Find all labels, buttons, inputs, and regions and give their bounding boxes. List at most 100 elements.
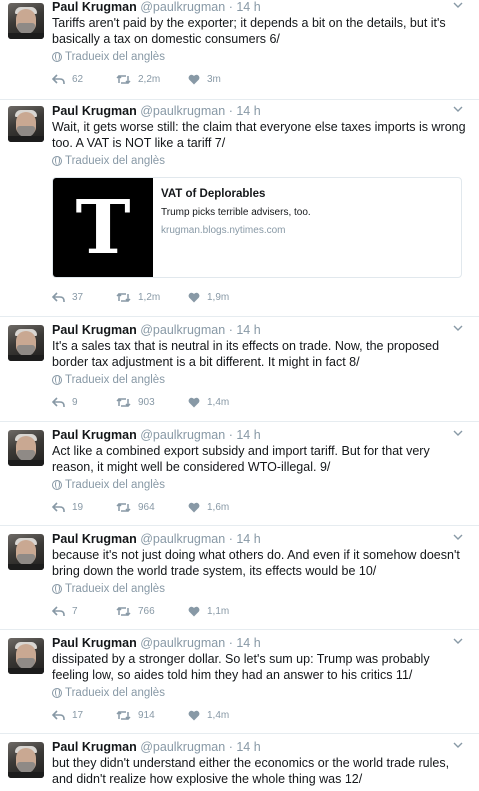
author-name[interactable]: Paul Krugman xyxy=(52,0,137,14)
like-button[interactable]: 1,9m xyxy=(188,292,229,303)
retweet-button[interactable]: 964 xyxy=(116,502,188,513)
translate-link[interactable]: Tradueix del anglès xyxy=(52,477,469,493)
tweet-text: because it's not just doing what others … xyxy=(52,548,460,578)
author-name[interactable]: Paul Krugman xyxy=(52,636,137,650)
separator-dot: · xyxy=(228,740,233,754)
translate-label: Tradueix del anglès xyxy=(65,155,165,167)
retweet-button[interactable]: 914 xyxy=(116,710,188,721)
author-handle[interactable]: @paulkrugman xyxy=(140,532,225,546)
timestamp[interactable]: 14 h xyxy=(236,323,260,337)
author-handle[interactable]: @paulkrugman xyxy=(140,104,225,118)
retweet-count: 2,2m xyxy=(138,74,161,85)
reply-button[interactable]: 17 xyxy=(52,710,116,721)
avatar[interactable] xyxy=(8,430,44,466)
retweet-button[interactable]: 766 xyxy=(116,606,188,617)
author-handle[interactable]: @paulkrugman xyxy=(140,0,225,14)
reply-count: 37 xyxy=(72,292,84,303)
tweet-header: Paul Krugman @paulkrugman · 14 h xyxy=(52,428,469,443)
globe-icon xyxy=(52,156,62,166)
retweet-icon xyxy=(116,710,131,721)
timestamp[interactable]: 14 h xyxy=(236,636,260,650)
translate-link[interactable]: Tradueix del anglès xyxy=(52,153,469,169)
chevron-down-icon[interactable] xyxy=(453,532,463,542)
separator-dot: · xyxy=(228,636,233,650)
link-card[interactable]: T VAT of Deplorables Trump picks terribl… xyxy=(52,177,462,278)
author-handle[interactable]: @paulkrugman xyxy=(140,428,225,442)
chevron-down-icon[interactable] xyxy=(453,323,463,333)
tweet-text: Wait, it gets worse still: the claim tha… xyxy=(52,120,466,150)
chevron-down-icon[interactable] xyxy=(453,0,463,10)
tweet-header: Paul Krugman @paulkrugman · 14 h xyxy=(52,532,469,547)
translate-link[interactable]: Tradueix del anglès xyxy=(52,581,469,597)
chevron-down-icon[interactable] xyxy=(453,740,463,750)
retweet-button[interactable]: 903 xyxy=(116,397,188,408)
tweet-header: Paul Krugman @paulkrugman · 14 h xyxy=(52,740,469,755)
retweet-icon xyxy=(116,502,131,513)
translate-link[interactable]: Tradueix del anglès xyxy=(52,372,469,388)
timestamp[interactable]: 14 h xyxy=(236,0,260,14)
translate-link[interactable]: Tradueix del anglès xyxy=(52,49,469,65)
author-name[interactable]: Paul Krugman xyxy=(52,104,137,118)
reply-button[interactable]: 37 xyxy=(52,292,116,303)
tweet[interactable]: Paul Krugman @paulkrugman · 14 h Tariffs… xyxy=(0,0,479,100)
avatar[interactable] xyxy=(8,638,44,674)
heart-icon xyxy=(188,502,200,513)
card-image: T xyxy=(53,178,153,277)
timestamp[interactable]: 14 h xyxy=(236,428,260,442)
timestamp[interactable]: 14 h xyxy=(236,740,260,754)
reply-icon xyxy=(52,710,65,720)
translate-label: Tradueix del anglès xyxy=(65,374,165,386)
like-button[interactable]: 1,1m xyxy=(188,606,229,617)
tweet[interactable]: Paul Krugman @paulkrugman · 14 h dissipa… xyxy=(0,630,479,734)
tweet-actions: 17 914 1,4m xyxy=(52,710,229,721)
like-button[interactable]: 3m xyxy=(188,74,221,85)
avatar[interactable] xyxy=(8,742,44,778)
tweet-header: Paul Krugman @paulkrugman · 14 h xyxy=(52,0,469,15)
globe-icon xyxy=(52,584,62,594)
avatar[interactable] xyxy=(8,325,44,361)
retweet-button[interactable]: 1,2m xyxy=(116,292,188,303)
timestamp[interactable]: 14 h xyxy=(236,532,260,546)
reply-count: 17 xyxy=(72,710,84,721)
translate-link[interactable]: Tradueix del anglès xyxy=(52,685,469,701)
heart-icon xyxy=(188,292,200,303)
tweet[interactable]: Paul Krugman @paulkrugman · 14 h It's a … xyxy=(0,317,479,422)
like-button[interactable]: 1,6m xyxy=(188,502,229,513)
tweet-actions: 9 903 1,4m xyxy=(52,397,229,408)
avatar[interactable] xyxy=(8,534,44,570)
retweet-button[interactable]: 2,2m xyxy=(116,74,188,85)
translate-label: Tradueix del anglès xyxy=(65,479,165,491)
tweet-actions: 19 964 1,6m xyxy=(52,502,229,513)
like-count: 1,4m xyxy=(207,397,230,408)
chevron-down-icon[interactable] xyxy=(453,428,463,438)
tweet-header: Paul Krugman @paulkrugman · 14 h xyxy=(52,104,469,119)
tweet[interactable]: Paul Krugman @paulkrugman · 14 h but the… xyxy=(0,734,479,791)
chevron-down-icon[interactable] xyxy=(453,104,463,114)
tweet[interactable]: Paul Krugman @paulkrugman · 14 h because… xyxy=(0,526,479,630)
reply-icon xyxy=(52,74,65,84)
timestamp[interactable]: 14 h xyxy=(236,104,260,118)
author-name[interactable]: Paul Krugman xyxy=(52,740,137,754)
reply-button[interactable]: 9 xyxy=(52,397,116,408)
reply-button[interactable]: 19 xyxy=(52,502,116,513)
like-button[interactable]: 1,4m xyxy=(188,710,229,721)
avatar[interactable] xyxy=(8,3,44,39)
like-button[interactable]: 1,4m xyxy=(188,397,229,408)
tweet[interactable]: Paul Krugman @paulkrugman · 14 h Act lik… xyxy=(0,422,479,526)
author-name[interactable]: Paul Krugman xyxy=(52,428,137,442)
tweet[interactable]: Paul Krugman @paulkrugman · 14 h Wait, i… xyxy=(0,100,479,317)
retweet-count: 1,2m xyxy=(138,292,161,303)
author-name[interactable]: Paul Krugman xyxy=(52,323,137,337)
card-title: VAT of Deplorables xyxy=(161,188,266,200)
author-handle[interactable]: @paulkrugman xyxy=(140,636,225,650)
author-handle[interactable]: @paulkrugman xyxy=(140,323,225,337)
avatar[interactable] xyxy=(8,106,44,142)
reply-button[interactable]: 7 xyxy=(52,606,116,617)
chevron-down-icon[interactable] xyxy=(453,636,463,646)
reply-button[interactable]: 62 xyxy=(52,74,116,85)
author-name[interactable]: Paul Krugman xyxy=(52,532,137,546)
author-handle[interactable]: @paulkrugman xyxy=(140,740,225,754)
reply-count: 9 xyxy=(72,397,78,408)
card-description: Trump picks terrible advisers, too. xyxy=(161,207,311,218)
retweet-icon xyxy=(116,397,131,408)
